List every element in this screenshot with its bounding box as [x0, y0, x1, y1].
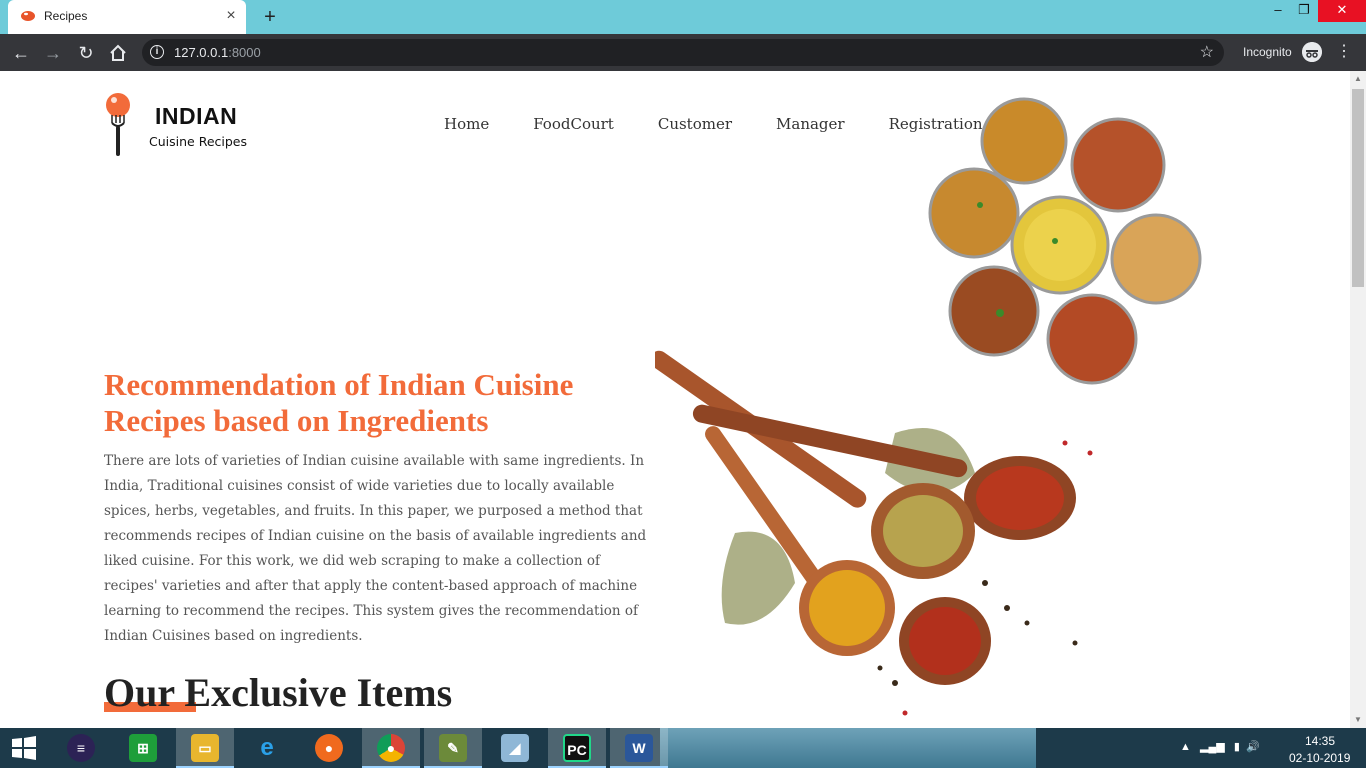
- tab-close-icon[interactable]: ×: [222, 7, 240, 25]
- incognito-label: Incognito: [1243, 45, 1292, 59]
- firefox-icon[interactable]: ●: [300, 728, 358, 768]
- page-viewport: INDIAN Cuisine Recipes Home FoodCourt Cu…: [0, 71, 1350, 728]
- forward-icon[interactable]: →: [42, 42, 64, 64]
- internet-explorer-icon[interactable]: e: [238, 728, 296, 768]
- close-window-button[interactable]: ✕: [1318, 0, 1366, 22]
- windows-start-icon[interactable]: [8, 734, 40, 762]
- browser-toolbar: ← → ↻ i 127.0.0.1:8000 ☆ Incognito ⋮: [0, 34, 1366, 71]
- logo-subtitle: Cuisine Recipes: [149, 134, 247, 149]
- hero-description: There are lots of varieties of Indian cu…: [104, 453, 647, 644]
- reload-icon[interactable]: ↻: [75, 42, 97, 64]
- new-tab-button[interactable]: +: [258, 5, 282, 29]
- windows-taskbar: ≡ ⊞ ▭ e ● ● ✎ ◢ PC W ▲ ▂▄▆ ▮ 🔊 14:35 02-…: [0, 728, 1366, 768]
- notepad-icon[interactable]: ✎: [424, 728, 482, 768]
- scroll-thumb[interactable]: [1352, 89, 1364, 287]
- star-icon[interactable]: ☆: [1200, 42, 1214, 62]
- tab-title: Recipes: [44, 9, 88, 23]
- restore-button[interactable]: ❐: [1290, 0, 1318, 22]
- section-title: Our Exclusive Items: [104, 670, 453, 715]
- system-tray[interactable]: ▲ ▂▄▆ ▮ 🔊: [1180, 740, 1260, 753]
- clock-date[interactable]: 02-10-2019: [1289, 751, 1350, 765]
- scroll-up-icon[interactable]: ▲: [1350, 71, 1366, 87]
- url-text[interactable]: 127.0.0.1:8000: [174, 45, 261, 60]
- menu-icon[interactable]: ⋮: [1336, 42, 1352, 62]
- nav-manager[interactable]: Manager: [776, 115, 845, 133]
- chrome-icon[interactable]: ●: [362, 728, 420, 768]
- minimize-button[interactable]: –: [1264, 0, 1292, 22]
- site-logo[interactable]: INDIAN Cuisine Recipes: [104, 93, 264, 159]
- recipe-favicon-icon: [21, 11, 35, 21]
- hero-title: Recommendation of Indian Cuisine Recipes…: [104, 367, 574, 438]
- taskbar-wallpaper: [660, 728, 1036, 768]
- info-icon[interactable]: i: [150, 45, 164, 59]
- scroll-down-icon[interactable]: ▼: [1350, 712, 1366, 728]
- store-icon[interactable]: ⊞: [114, 728, 172, 768]
- pycharm-icon[interactable]: PC: [548, 728, 606, 768]
- nav-home[interactable]: Home: [444, 115, 489, 133]
- sketch-icon[interactable]: ◢: [486, 728, 544, 768]
- address-bar[interactable]: i 127.0.0.1:8000 ☆: [142, 39, 1224, 66]
- page-scrollbar[interactable]: ▲ ▼: [1350, 71, 1366, 728]
- clock-time[interactable]: 14:35: [1305, 734, 1335, 748]
- incognito-icon[interactable]: [1302, 42, 1322, 62]
- back-icon[interactable]: ←: [10, 42, 32, 64]
- logo-title: INDIAN: [155, 103, 238, 129]
- home-icon[interactable]: [107, 42, 129, 64]
- tab-recipes[interactable]: Recipes ×: [8, 0, 246, 34]
- file-explorer-icon[interactable]: ▭: [176, 728, 234, 768]
- word-icon[interactable]: W: [610, 728, 668, 768]
- nav-foodcourt[interactable]: FoodCourt: [533, 115, 614, 133]
- fork-logo-icon: [106, 93, 130, 156]
- browser-titlebar: Recipes × + – ❐ ✕: [0, 0, 1366, 34]
- spice-spoons-image: [655, 350, 1093, 716]
- nav-customer[interactable]: Customer: [658, 115, 732, 133]
- eclipse-icon[interactable]: ≡: [52, 728, 110, 768]
